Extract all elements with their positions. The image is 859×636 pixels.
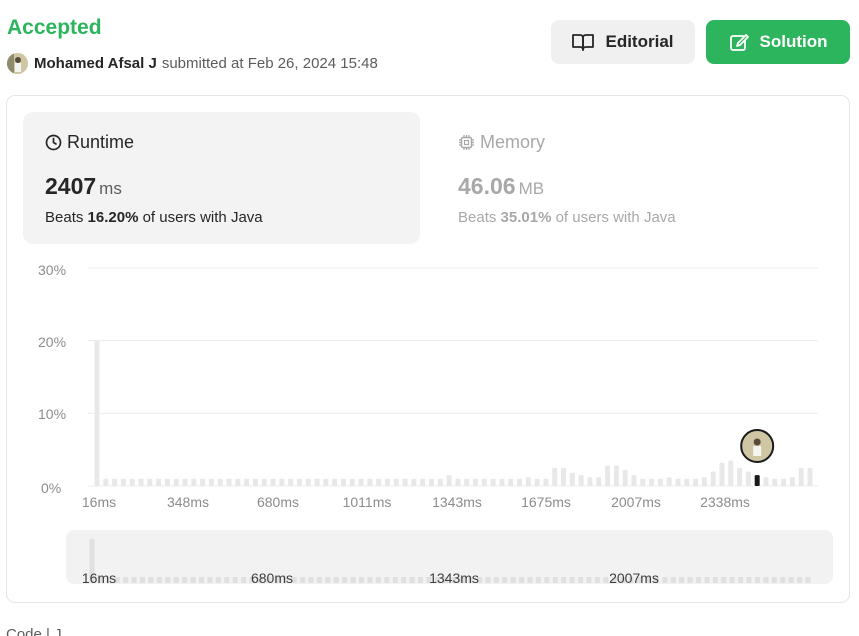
overview-tick-label: 680ms (250, 570, 294, 586)
overview-tick-label: 1343ms (429, 570, 479, 586)
chip-icon (459, 135, 474, 150)
editorial-label: Editorial (605, 32, 674, 51)
x-tick-label: 348ms (166, 494, 210, 510)
edit-icon (729, 34, 749, 51)
y-tick-20: 20% (38, 334, 67, 350)
submitted-time: submitted at Feb 26, 2024 15:48 (161, 54, 378, 72)
username-link[interactable]: Mohamed Afsal J (34, 55, 157, 72)
runtime-title: Runtime (67, 132, 135, 152)
overview-tick-label: 16ms (81, 570, 117, 586)
code-section-label: Code | J (6, 626, 62, 636)
user-avatar[interactable] (7, 52, 28, 74)
submission-status: Accepted (7, 16, 102, 39)
runtime-beats-prefix: Beats (45, 209, 84, 226)
memory-beats-prefix: Beats (458, 209, 497, 226)
memory-title: Memory (480, 132, 546, 152)
x-tick-label: 1343ms (432, 494, 482, 510)
y-tick-30: 30% (38, 262, 67, 278)
runtime-value: 2407 (45, 173, 97, 199)
memory-panel[interactable]: Memory 46.06 MB Beats 35.01% of users wit… (436, 112, 833, 244)
y-tick-10: 10% (38, 406, 67, 422)
runtime-beats-suffix: of users with Java (142, 209, 263, 226)
editorial-button[interactable]: Editorial (551, 20, 695, 64)
memory-unit: MB (518, 179, 545, 198)
x-tick-label: 680ms (256, 494, 300, 510)
runtime-panel[interactable]: Runtime 2407 ms Beats 16.20% of users wit… (23, 112, 420, 244)
solution-button[interactable]: Solution (706, 20, 850, 64)
memory-value: 46.06 (458, 173, 516, 199)
runtime-unit: ms (99, 179, 122, 198)
x-tick-label: 1011ms (342, 494, 392, 510)
x-tick-label: 2338ms (700, 494, 750, 510)
overview-tick-label: 2007ms (609, 570, 659, 586)
memory-beats-suffix: of users with Java (555, 209, 676, 226)
x-tick-label: 16ms (81, 494, 117, 510)
submitter-line: Mohamed Afsal J submitted at Feb 26, 202… (7, 52, 378, 74)
memory-beats-percent: 35.01% (500, 209, 552, 226)
clock-icon (45, 134, 62, 151)
runtime-beats-percent: 16.20% (87, 209, 139, 226)
x-tick-label: 2007ms (611, 494, 661, 510)
x-tick-label: 1675ms (521, 494, 571, 510)
y-tick-0: 0% (41, 480, 62, 496)
book-open-icon (572, 34, 595, 51)
solution-label: Solution (759, 32, 828, 51)
